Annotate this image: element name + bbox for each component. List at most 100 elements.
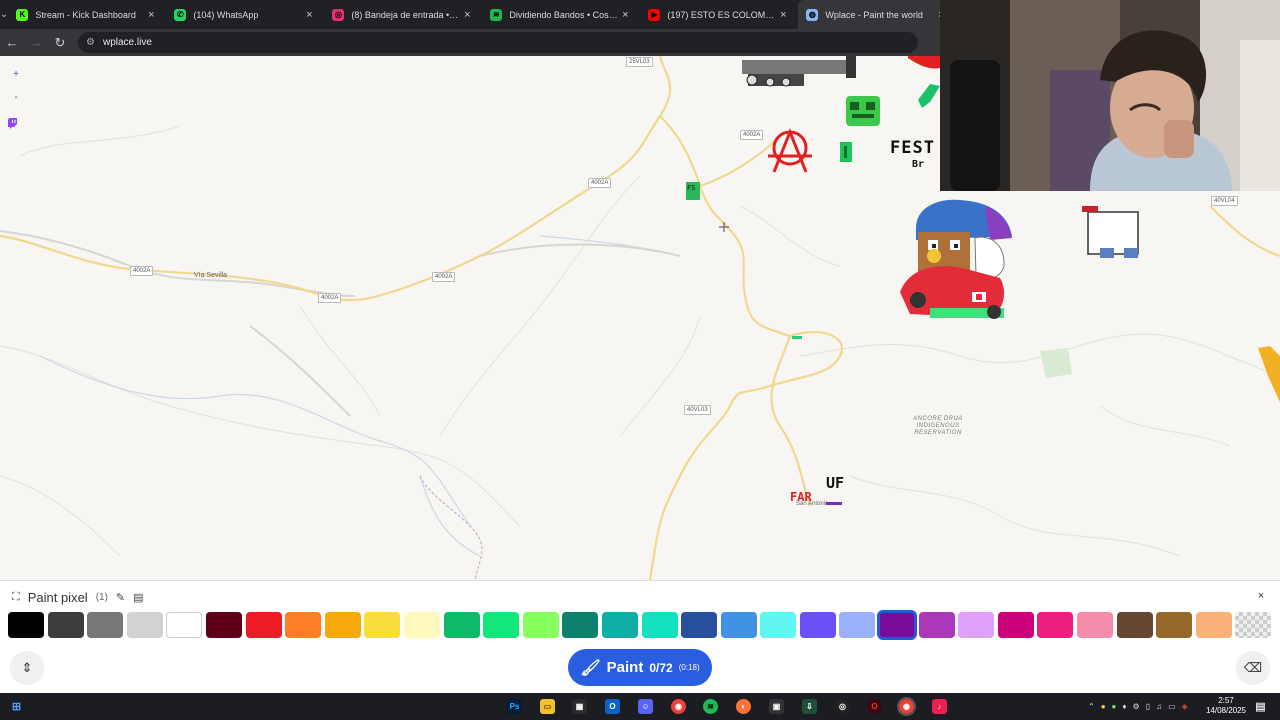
- color-swatch[interactable]: [245, 612, 282, 638]
- browser-tab[interactable]: ≋ Dividiendo Bandos • Cosculluel×: [482, 0, 640, 29]
- color-swatch[interactable]: [1077, 612, 1114, 638]
- tray-app-icon[interactable]: ●: [1101, 702, 1106, 711]
- color-swatch[interactable]: [47, 612, 84, 638]
- eraser-icon[interactable]: ▤: [133, 591, 143, 604]
- forward-icon[interactable]: →: [24, 29, 48, 56]
- browser-tab[interactable]: ✆ (104) WhatsApp ×: [166, 0, 324, 29]
- browser-toolbar: ← → ↻ ⚙ wplace.live: [0, 29, 940, 56]
- color-swatch[interactable]: [997, 612, 1034, 638]
- zoom-in-button[interactable]: +: [8, 66, 24, 82]
- color-swatch[interactable]: [285, 612, 322, 638]
- site-info-icon[interactable]: ⚙: [86, 37, 95, 48]
- color-swatch[interactable]: [126, 612, 163, 638]
- microphone-icon[interactable]: ♦: [1122, 702, 1126, 711]
- color-swatch[interactable]: [562, 612, 599, 638]
- color-swatch[interactable]: [958, 612, 995, 638]
- color-swatch[interactable]: [720, 612, 757, 638]
- browser-tab[interactable]: ◎ (8) Bandeja de entrada • Chats×: [324, 0, 482, 29]
- reservation-label-line: ANCORE DRUA: [913, 416, 963, 422]
- network-icon[interactable]: ▯: [1146, 702, 1150, 711]
- road-label: 40VL03: [684, 405, 711, 415]
- eraser-button[interactable]: ⌫: [1236, 651, 1270, 685]
- security-icon[interactable]: ◈: [1182, 702, 1188, 711]
- windows-start-icon[interactable]: ⊞: [9, 699, 24, 714]
- clock-time: 2:57: [1218, 696, 1234, 705]
- expand-panel-button[interactable]: ⇕: [10, 651, 44, 685]
- zoom-out-button[interactable]: -: [8, 89, 24, 105]
- color-swatch[interactable]: [364, 612, 401, 638]
- color-swatch[interactable]: [87, 612, 124, 638]
- color-swatch[interactable]: [443, 612, 480, 638]
- color-swatch[interactable]: [166, 612, 203, 638]
- close-tab-icon[interactable]: ×: [776, 9, 790, 21]
- photoshop-icon[interactable]: Ps: [507, 699, 522, 714]
- browser-tab[interactable]: ◍Wplace - Paint the world×: [798, 0, 957, 29]
- file-explorer-icon[interactable]: ▭: [540, 699, 555, 714]
- capture-app-icon[interactable]: ▣: [769, 699, 784, 714]
- pencil-icon[interactable]: ✎: [116, 591, 125, 604]
- color-swatch[interactable]: [403, 612, 440, 638]
- opera-icon[interactable]: O: [867, 699, 882, 714]
- color-swatch[interactable]: [1037, 612, 1074, 638]
- chrome-icon[interactable]: ◉: [671, 699, 686, 714]
- color-swatch[interactable]: [918, 612, 955, 638]
- tab-search-icon[interactable]: ⌄: [0, 0, 8, 29]
- screen: ⌄ K Stream - Kick Dashboard × ✆ (104) WhatsA…: [0, 0, 1280, 720]
- color-swatch[interactable]: [1235, 612, 1272, 638]
- color-swatch[interactable]: [760, 612, 797, 638]
- clock-date: 14/08/2025: [1205, 706, 1246, 715]
- tray-expand-icon[interactable]: ⌃: [1088, 702, 1095, 711]
- sort-icon: ⇕: [21, 660, 33, 675]
- color-swatch[interactable]: [839, 612, 876, 638]
- color-swatch[interactable]: [1116, 612, 1153, 638]
- color-swatch[interactable]: [205, 612, 242, 638]
- color-swatch[interactable]: [681, 612, 718, 638]
- browser-tab-title: Stream - Kick Dashboard: [35, 9, 136, 20]
- discord-icon[interactable]: ☺: [638, 699, 653, 714]
- back-icon[interactable]: ←: [0, 29, 24, 56]
- close-panel-button[interactable]: ×: [1252, 587, 1270, 605]
- close-tab-icon[interactable]: ×: [144, 9, 158, 21]
- firefox-icon[interactable]: ◐: [736, 699, 751, 714]
- expand-icon[interactable]: ⛶: [12, 591, 20, 604]
- notifications-icon[interactable]: ▤: [1253, 699, 1268, 714]
- color-swatch[interactable]: [1195, 612, 1232, 638]
- reload-icon[interactable]: ↻: [48, 29, 72, 56]
- obs-icon[interactable]: ◎: [835, 699, 850, 714]
- microsoft-store-icon[interactable]: ▦: [572, 699, 587, 714]
- taskbar: ⊞ Ps ▭ ▦ O ☺ ◉ ≋ ◐ ▣ ⇩ ◎ O ◉ ♪ ⌃ ● ● ♦ ⚙…: [0, 693, 1280, 720]
- color-swatch[interactable]: [8, 612, 44, 638]
- battery-icon[interactable]: ▭: [1168, 702, 1176, 711]
- road-label: 25VL03: [626, 57, 653, 67]
- color-swatch[interactable]: [641, 612, 678, 638]
- close-tab-icon[interactable]: ×: [618, 9, 632, 21]
- outlook-icon[interactable]: O: [605, 699, 620, 714]
- color-swatch[interactable]: [799, 612, 836, 638]
- volume-icon[interactable]: ♫: [1156, 702, 1162, 711]
- spotify-icon: ≋: [490, 8, 503, 21]
- twitch-icon[interactable]: [8, 118, 24, 134]
- taskbar-clock[interactable]: 2:57 14/08/2025: [1206, 696, 1246, 716]
- color-swatch[interactable]: [483, 612, 520, 638]
- color-swatch[interactable]: [522, 612, 559, 638]
- browser-tab[interactable]: K Stream - Kick Dashboard ×: [8, 0, 166, 29]
- color-swatch[interactable]: [1156, 612, 1193, 638]
- color-swatch[interactable]: [601, 612, 638, 638]
- browser-tab[interactable]: ▶ (197) ESTO ES COLOMBIA #3 | ×: [640, 0, 798, 29]
- youtube-icon: ▶: [648, 8, 661, 21]
- paint-panel-count: (1): [95, 591, 108, 603]
- close-tab-icon[interactable]: ×: [460, 9, 474, 21]
- tiktok-icon[interactable]: ♪: [932, 699, 947, 714]
- color-swatch[interactable]: [324, 612, 361, 638]
- close-tab-icon[interactable]: ×: [302, 9, 316, 21]
- address-bar[interactable]: ⚙ wplace.live: [78, 32, 918, 53]
- browser-tab-title: Dividiendo Bandos • Cosculluel: [509, 9, 619, 20]
- download-app-icon[interactable]: ⇩: [802, 699, 817, 714]
- paint-button[interactable]: 🖌 Paint 0/72 (0:18): [568, 649, 712, 686]
- chrome-active-icon[interactable]: ◉: [897, 697, 916, 716]
- tray-app-icon[interactable]: ●: [1112, 702, 1117, 711]
- color-swatch[interactable]: [877, 610, 918, 640]
- spotify-icon[interactable]: ≋: [703, 699, 718, 714]
- paint-button-label: Paint: [606, 659, 644, 676]
- settings-icon[interactable]: ⚙: [1132, 702, 1139, 711]
